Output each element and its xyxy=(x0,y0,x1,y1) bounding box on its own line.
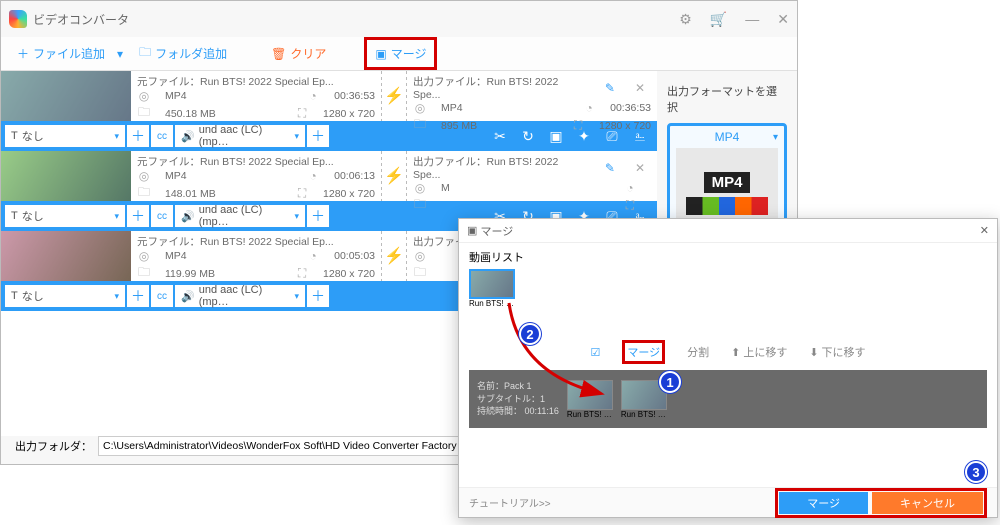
app-title: ビデオコンバータ xyxy=(33,11,129,28)
merge-cancel-button[interactable]: キャンセル xyxy=(872,492,983,514)
arrow-down-icon: ⬇ xyxy=(809,346,818,359)
subtitle-select[interactable]: Tなし▾ xyxy=(5,125,125,147)
merge-button-highlight: ▣ マージ xyxy=(364,37,437,70)
cart-icon[interactable]: 🛒 xyxy=(710,11,727,28)
merge-confirm-button[interactable]: マージ xyxy=(779,492,868,514)
merge-button[interactable]: ▣ マージ xyxy=(369,42,432,65)
merge-dialog-footer: チュートリアル>> マージ キャンセル xyxy=(459,487,997,517)
annotation-badge-1: 1 xyxy=(659,371,681,393)
audio-select[interactable]: 🔊und aac (LC) (mp…▾ xyxy=(175,205,305,227)
item-thumbnail[interactable] xyxy=(1,71,131,121)
merge-icon: ▣ xyxy=(467,224,477,237)
audio-add-button[interactable]: ＋ xyxy=(307,205,329,227)
minimize-icon[interactable]: — xyxy=(745,11,759,28)
subtitle-select[interactable]: Tなし▾ xyxy=(5,285,125,307)
rotate-icon[interactable]: ↻ xyxy=(515,128,541,145)
folder-icon: 🗀 xyxy=(139,43,151,64)
subtitle-add-button[interactable]: ＋ xyxy=(127,125,149,147)
src-file-label: 元ファイル：Run BTS! 2022 Special Ep... xyxy=(137,234,334,249)
convert-bolt-icon: ⚡ xyxy=(382,151,406,201)
add-file-caret-icon[interactable]: ▾ xyxy=(111,44,129,64)
annotation-badge-3: 3 xyxy=(965,461,987,483)
main-toolbar: ＋ ファイル追加 ▾ 🗀 フォルダ追加 🗑 クリア ▣ マージ xyxy=(1,37,797,71)
convert-bolt-icon: ⚡ xyxy=(382,231,406,281)
src-file-label: 元ファイル：Run BTS! 2022 Special Ep... xyxy=(137,74,334,89)
cc-button[interactable]: cc xyxy=(151,285,173,307)
merge-icon: ▣ xyxy=(375,47,386,61)
edit-name-icon[interactable]: ✎ xyxy=(605,161,615,175)
subtitle-select[interactable]: Tなし▾ xyxy=(5,205,125,227)
plus-icon: ＋ xyxy=(17,45,29,62)
titlebar: ビデオコンバータ ⚙ 🛒 — ✕ xyxy=(1,1,797,37)
item-thumbnail[interactable] xyxy=(1,231,131,281)
convert-bolt-icon: ⚡ xyxy=(382,71,406,121)
merge-dialog-close-icon[interactable]: ✕ xyxy=(980,224,989,237)
cc-button[interactable]: cc xyxy=(151,205,173,227)
src-file-label: 元ファイル：Run BTS! 2022 Special Ep... xyxy=(137,154,334,169)
audio-select[interactable]: 🔊und aac (LC) (mp…▾ xyxy=(175,285,305,307)
remove-item-icon[interactable]: ✕ xyxy=(629,161,651,175)
subtitle-add-button[interactable]: ＋ xyxy=(127,285,149,307)
merge-dialog-titlebar: ▣ マージ ✕ xyxy=(459,219,997,243)
subtitle-add-button[interactable]: ＋ xyxy=(127,205,149,227)
add-file-button[interactable]: ＋ ファイル追加 xyxy=(11,42,111,65)
trash-icon: 🗑 xyxy=(271,47,286,61)
audio-select[interactable]: 🔊und aac (LC) (mp…▾ xyxy=(175,125,305,147)
audio-add-button[interactable]: ＋ xyxy=(307,125,329,147)
crop-icon[interactable]: ▣ xyxy=(543,128,569,145)
list-item: 元ファイル：Run BTS! 2022 Special Ep... ◎MP4◔0… xyxy=(1,151,657,201)
watermark-icon[interactable]: ⎚ xyxy=(599,128,625,145)
op-move-up-button[interactable]: ⬆上に移す xyxy=(731,344,787,360)
op-split-button[interactable]: 分割 xyxy=(687,344,709,360)
merge-dialog-title: マージ xyxy=(480,223,513,239)
footer-buttons-highlight: マージ キャンセル xyxy=(775,488,987,518)
remove-item-icon[interactable]: ✕ xyxy=(629,81,651,95)
audio-add-button[interactable]: ＋ xyxy=(307,285,329,307)
annotation-badge-2: 2 xyxy=(519,323,541,345)
clear-button[interactable]: 🗑 クリア xyxy=(265,42,332,65)
effect-icon[interactable]: ✦ xyxy=(571,128,597,145)
op-move-down-button[interactable]: ⬇下に移す xyxy=(809,344,865,360)
out-file-label: 出力ファイル：Run BTS! 2022 Spe... xyxy=(413,154,573,181)
edit-name-icon[interactable]: ✎ xyxy=(605,81,615,95)
app-logo-icon xyxy=(9,10,27,28)
cc-button[interactable]: cc xyxy=(151,125,173,147)
tutorial-link[interactable]: チュートリアル>> xyxy=(469,495,551,510)
output-folder-label: 出力フォルダ： xyxy=(15,438,92,454)
annotation-arrow xyxy=(489,293,629,403)
add-folder-button[interactable]: 🗀 フォルダ追加 xyxy=(133,40,233,67)
subtitle-icon[interactable]: ⎁ xyxy=(627,128,653,145)
cut-icon[interactable]: ✂ xyxy=(487,128,513,145)
close-icon[interactable]: ✕ xyxy=(777,11,789,28)
list-item: 元ファイル：Run BTS! 2022 Special Ep... ◎MP4◔0… xyxy=(1,71,657,121)
settings-icon[interactable]: ⚙ xyxy=(679,11,692,28)
format-caret-icon: ▾ xyxy=(773,132,778,143)
item-thumbnail[interactable] xyxy=(1,151,131,201)
out-file-label: 出力ファイル：Run BTS! 2022 Spe... xyxy=(413,74,573,101)
format-label: 出力フォーマットを選択 xyxy=(667,83,787,115)
merge-dialog: ▣ マージ ✕ 動画リスト Run BTS! 2... ☑ マージ 分割 ⬆上に… xyxy=(458,218,998,518)
arrow-up-icon: ⬆ xyxy=(731,346,740,359)
movie-list-label: 動画リスト xyxy=(469,249,987,265)
